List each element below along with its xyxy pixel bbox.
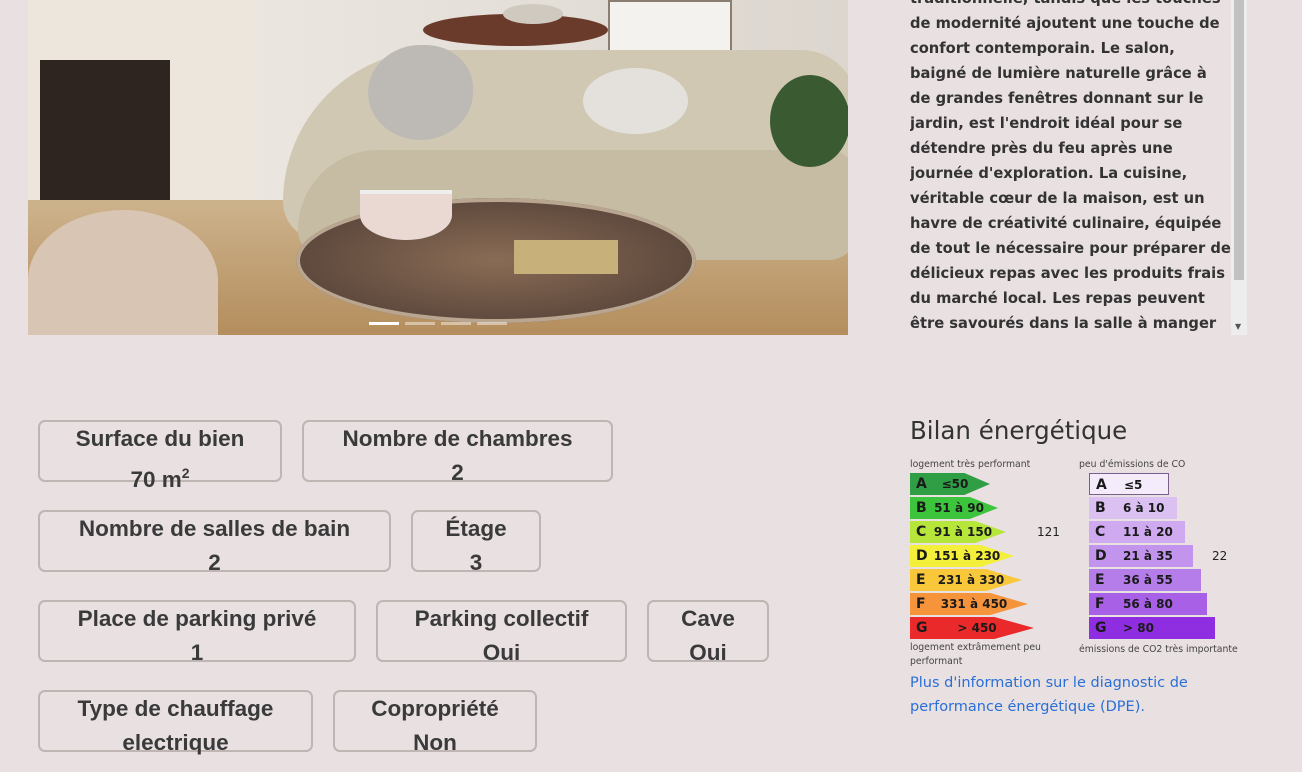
dpe-class-range: > 450: [957, 621, 997, 635]
photo-bowl: [360, 190, 452, 240]
ges-class-letter: E: [1095, 572, 1105, 588]
feature-etage: Étage 3: [411, 510, 541, 575]
ges-class-letter: C: [1095, 524, 1106, 540]
feature-label: Nombre de chambres: [342, 426, 573, 451]
dpe-class-e: E 231 à 330: [910, 569, 1022, 591]
feature-copropriete: Copropriété Non: [333, 690, 537, 755]
feature-label: Nombre de salles de bain: [78, 516, 351, 541]
ges-class-range: 36 à 55: [1123, 573, 1173, 587]
dpe-class-b: B 51 à 90: [910, 497, 998, 519]
feature-label: Parking collectif: [414, 606, 589, 631]
ges-class-range: ≤5: [1124, 478, 1143, 492]
dpe-class-range: 151 à 230: [933, 549, 1001, 563]
ges-class-letter: D: [1095, 548, 1107, 564]
ges-class-d: D 21 à 35: [1089, 545, 1193, 567]
dpe-class-d: D 151 à 230: [910, 545, 1014, 567]
ges-class-range: 56 à 80: [1123, 597, 1173, 611]
dpe-class-range: 331 à 450: [940, 597, 1008, 611]
description-scrollbar[interactable]: ▼: [1231, 0, 1247, 335]
photo-pillow-white: [583, 68, 688, 134]
ges-bottom-label: émissions de CO2 très importante: [1079, 644, 1238, 655]
feature-value: Oui: [689, 640, 727, 665]
feature-surface: Surface du bien 70 m2: [38, 420, 282, 492]
ges-class-range: 11 à 20: [1123, 525, 1173, 539]
feature-label: Copropriété: [371, 696, 499, 721]
feature-value: electrique: [122, 730, 229, 755]
energy-title: Bilan énergétique: [910, 416, 1128, 445]
ges-class-b: B 6 à 10: [1089, 497, 1177, 519]
feature-value: 3: [469, 550, 483, 575]
photo-book: [514, 240, 618, 274]
feature-label: Type de chauffage: [77, 696, 274, 721]
carousel-dot[interactable]: [369, 322, 399, 325]
ges-class-f: F 56 à 80: [1089, 593, 1207, 615]
feature-value: Non: [413, 730, 457, 755]
carousel-indicators: [369, 322, 507, 325]
feature-value: 1: [190, 640, 204, 665]
dpe-class-range: 91 à 150: [933, 525, 993, 539]
carousel-dot[interactable]: [477, 322, 507, 325]
dpe-class-g: G > 450: [910, 617, 1034, 639]
ges-class-letter: G: [1095, 620, 1107, 636]
dpe-top-label: logement très performant: [910, 459, 1031, 470]
description-text: traditionnelle, tandis que les touches d…: [910, 0, 1231, 332]
feature-chauffage: Type de chauffage electrique: [38, 690, 313, 755]
photo-firebox: [40, 60, 170, 200]
feature-salles-de-bain: Nombre de salles de bain 2: [38, 510, 391, 575]
feature-value: 2: [451, 460, 464, 485]
dpe-bottom-label: logement extrâmement peu performant: [910, 642, 1041, 667]
feature-value: Oui: [482, 640, 521, 665]
property-photo-carousel[interactable]: [28, 0, 848, 335]
carousel-dot[interactable]: [405, 322, 435, 325]
ges-class-g: G > 80: [1089, 617, 1215, 639]
feature-label: Surface du bien: [75, 426, 245, 451]
ges-class-letter: B: [1095, 500, 1106, 516]
ges-top-label: peu d'émissions de CO: [1079, 459, 1186, 470]
scroll-down-arrow-icon[interactable]: ▼: [1235, 322, 1241, 331]
ges-value: 22: [1212, 549, 1228, 563]
feature-chambres: Nombre de chambres 2: [302, 420, 613, 485]
dpe-class-range: 51 à 90: [934, 501, 984, 515]
feature-value: 2: [208, 550, 221, 575]
ges-class-e: E 36 à 55: [1089, 569, 1201, 591]
dpe-info-link[interactable]: Plus d'information sur le diagnostic de …: [910, 671, 1240, 719]
ges-class-a: A ≤5: [1089, 473, 1169, 495]
feature-label: Étage: [445, 516, 507, 541]
ges-class-letter: A: [1096, 477, 1107, 493]
feature-value: 70 m2: [130, 465, 190, 492]
dpe-class-a: A ≤50: [910, 473, 990, 495]
property-description[interactable]: traditionnelle, tandis que les touches d…: [910, 0, 1232, 335]
feature-label: Place de parking privé: [77, 606, 317, 631]
ges-class-c: C 11 à 20: [1089, 521, 1185, 543]
dpe-class-range: ≤50: [941, 477, 969, 491]
dpe-class-range: 231 à 330: [937, 573, 1005, 587]
ges-class-range: > 80: [1123, 621, 1154, 635]
feature-parking-prive: Place de parking privé 1: [38, 600, 356, 665]
dpe-value: 121: [1037, 525, 1060, 539]
feature-label: Cave: [681, 606, 735, 631]
photo-pillow-grey: [368, 45, 473, 140]
photo-bowl-top: [503, 4, 563, 24]
dpe-class-c: C 91 à 150: [910, 521, 1006, 543]
scrollbar-thumb[interactable]: [1234, 0, 1244, 280]
dpe-class-f: F 331 à 450: [910, 593, 1028, 615]
photo-coffee-table-rim: [296, 198, 696, 323]
photo-pillow-green: [770, 75, 848, 167]
carousel-dot[interactable]: [441, 322, 471, 325]
feature-cave: Cave Oui: [647, 600, 769, 665]
ges-class-letter: F: [1095, 596, 1105, 612]
ges-class-range: 21 à 35: [1123, 549, 1173, 563]
ges-class-range: 6 à 10: [1123, 501, 1165, 515]
feature-parking-collectif: Parking collectif Oui: [376, 600, 627, 665]
